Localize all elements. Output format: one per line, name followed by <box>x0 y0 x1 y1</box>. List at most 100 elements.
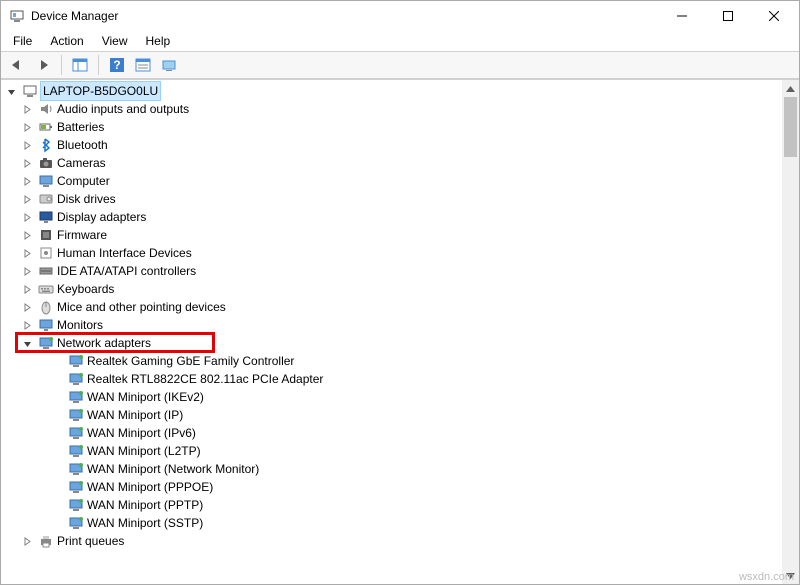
tree-category[interactable]: Batteries <box>5 118 782 136</box>
tree-category[interactable]: Audio inputs and outputs <box>5 100 782 118</box>
toolbar-separator <box>98 55 99 75</box>
tree-item-label: WAN Miniport (IPv6) <box>87 424 196 442</box>
properties-button[interactable] <box>131 53 155 77</box>
expander-icon[interactable] <box>23 285 37 294</box>
close-button[interactable] <box>751 1 797 31</box>
tree-item-label: WAN Miniport (PPTP) <box>87 496 203 514</box>
firmware-icon <box>37 227 55 243</box>
expander-icon[interactable] <box>23 159 37 168</box>
expander-icon[interactable] <box>7 87 21 96</box>
network-icon <box>67 425 85 441</box>
expander-icon[interactable] <box>23 249 37 258</box>
display-icon <box>37 209 55 225</box>
printer-icon <box>37 533 55 549</box>
network-icon <box>67 371 85 387</box>
expander-icon[interactable] <box>23 321 37 330</box>
tree-category[interactable]: Display adapters <box>5 208 782 226</box>
forward-button[interactable] <box>31 53 55 77</box>
expander-icon[interactable] <box>23 303 37 312</box>
monitor-icon <box>37 317 55 333</box>
menu-action[interactable]: Action <box>42 32 91 50</box>
tree-item-label: LAPTOP-B5DGO0LU <box>41 82 160 100</box>
maximize-button[interactable] <box>705 1 751 31</box>
device-tree[interactable]: LAPTOP-B5DGO0LUAudio inputs and outputsB… <box>1 80 782 584</box>
tree-category[interactable]: Human Interface Devices <box>5 244 782 262</box>
show-hide-tree-button[interactable] <box>68 53 92 77</box>
tree-item-label: WAN Miniport (L2TP) <box>87 442 201 460</box>
tree-item-label: Print queues <box>57 532 124 550</box>
tree-item-label: Monitors <box>57 316 103 334</box>
tree-device[interactable]: WAN Miniport (PPPOE) <box>5 478 782 496</box>
tree-category[interactable]: Print queues <box>5 532 782 550</box>
expander-icon[interactable] <box>23 195 37 204</box>
keyboard-icon <box>37 281 55 297</box>
tree-category[interactable]: Keyboards <box>5 280 782 298</box>
tree-item-label: WAN Miniport (Network Monitor) <box>87 460 259 478</box>
vertical-scrollbar[interactable] <box>782 80 799 584</box>
tree-device[interactable]: Realtek RTL8822CE 802.11ac PCIe Adapter <box>5 370 782 388</box>
tree-device[interactable]: WAN Miniport (Network Monitor) <box>5 460 782 478</box>
expander-icon[interactable] <box>23 141 37 150</box>
tree-category[interactable]: Monitors <box>5 316 782 334</box>
expander-icon[interactable] <box>23 213 37 222</box>
expander-icon[interactable] <box>23 267 37 276</box>
menu-help[interactable]: Help <box>138 32 179 50</box>
tree-item-label: Realtek Gaming GbE Family Controller <box>87 352 294 370</box>
tree-device[interactable]: WAN Miniport (IP) <box>5 406 782 424</box>
watermark: wsxdn.com <box>739 571 794 583</box>
tree-item-label: Audio inputs and outputs <box>57 100 189 118</box>
tree-category[interactable]: Computer <box>5 172 782 190</box>
window: Device Manager File Action View Help ? L… <box>0 0 800 585</box>
back-button[interactable] <box>5 53 29 77</box>
toolbar: ? <box>1 51 799 79</box>
tree-item-label: Display adapters <box>57 208 146 226</box>
tree-category[interactable]: Firmware <box>5 226 782 244</box>
expander-icon[interactable] <box>23 537 37 546</box>
tree-item-label: IDE ATA/ATAPI controllers <box>57 262 196 280</box>
minimize-button[interactable] <box>659 1 705 31</box>
tree-device[interactable]: Realtek Gaming GbE Family Controller <box>5 352 782 370</box>
audio-icon <box>37 101 55 117</box>
expander-icon[interactable] <box>23 177 37 186</box>
tree-category[interactable]: IDE ATA/ATAPI controllers <box>5 262 782 280</box>
tree-device[interactable]: WAN Miniport (SSTP) <box>5 514 782 532</box>
network-icon <box>67 389 85 405</box>
titlebar: Device Manager <box>1 1 799 31</box>
scan-hardware-button[interactable] <box>157 53 181 77</box>
tree-category[interactable]: Bluetooth <box>5 136 782 154</box>
tree-item-label: Network adapters <box>57 334 151 352</box>
tree-device[interactable]: WAN Miniport (PPTP) <box>5 496 782 514</box>
tree-item-label: Human Interface Devices <box>57 244 192 262</box>
network-icon <box>67 407 85 423</box>
scroll-thumb[interactable] <box>784 97 797 157</box>
tree-category[interactable]: Network adapters <box>5 334 782 352</box>
menu-file[interactable]: File <box>5 32 40 50</box>
tree-category[interactable]: Cameras <box>5 154 782 172</box>
computer-icon <box>37 173 55 189</box>
expander-icon[interactable] <box>23 123 37 132</box>
tree-category[interactable]: Disk drives <box>5 190 782 208</box>
ide-icon <box>37 263 55 279</box>
tree-device[interactable]: WAN Miniport (L2TP) <box>5 442 782 460</box>
tree-category[interactable]: Mice and other pointing devices <box>5 298 782 316</box>
tree-item-label: WAN Miniport (SSTP) <box>87 514 203 532</box>
menu-view[interactable]: View <box>94 32 136 50</box>
scroll-up-button[interactable] <box>782 80 799 97</box>
tree-root[interactable]: LAPTOP-B5DGO0LU <box>5 82 782 100</box>
network-icon <box>37 335 55 351</box>
network-icon <box>67 479 85 495</box>
expander-icon[interactable] <box>23 231 37 240</box>
tree-item-label: WAN Miniport (PPPOE) <box>87 478 213 496</box>
expander-icon[interactable] <box>23 339 37 348</box>
tree-device[interactable]: WAN Miniport (IKEv2) <box>5 388 782 406</box>
network-icon <box>67 443 85 459</box>
network-icon <box>67 353 85 369</box>
tree-device[interactable]: WAN Miniport (IPv6) <box>5 424 782 442</box>
app-icon <box>9 8 25 24</box>
help-button[interactable]: ? <box>105 53 129 77</box>
mouse-icon <box>37 299 55 315</box>
battery-icon <box>37 119 55 135</box>
expander-icon[interactable] <box>23 105 37 114</box>
tree-item-label: Cameras <box>57 154 106 172</box>
tree-item-label: Firmware <box>57 226 107 244</box>
